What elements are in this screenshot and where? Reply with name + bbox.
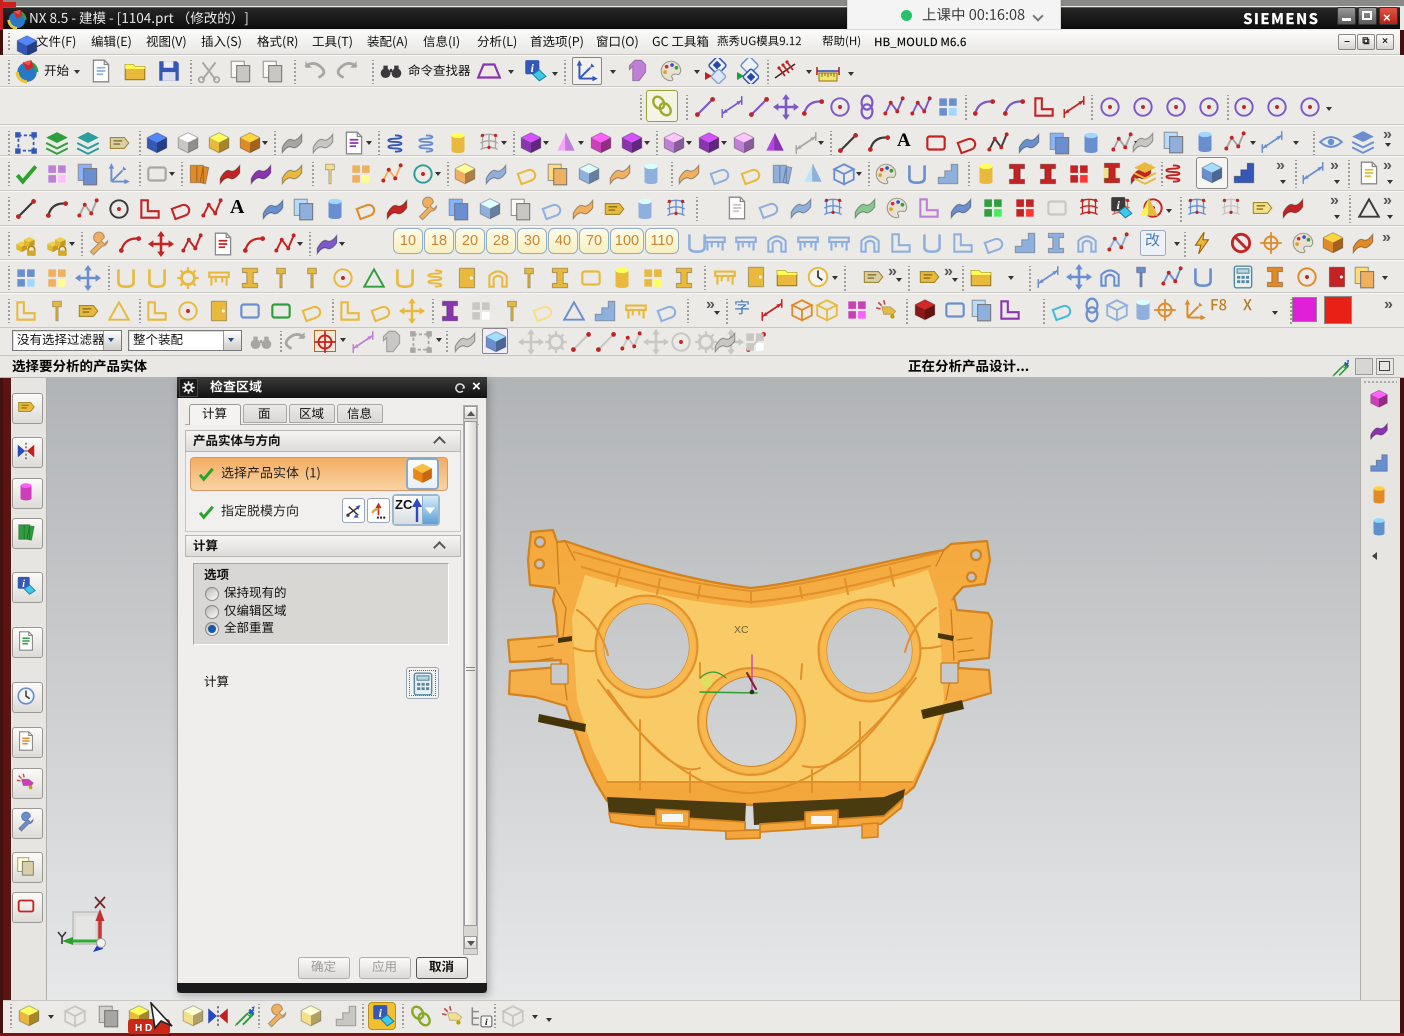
svg-text:H D: H D	[135, 1023, 152, 1034]
svg-text:XC: XC	[734, 624, 749, 636]
